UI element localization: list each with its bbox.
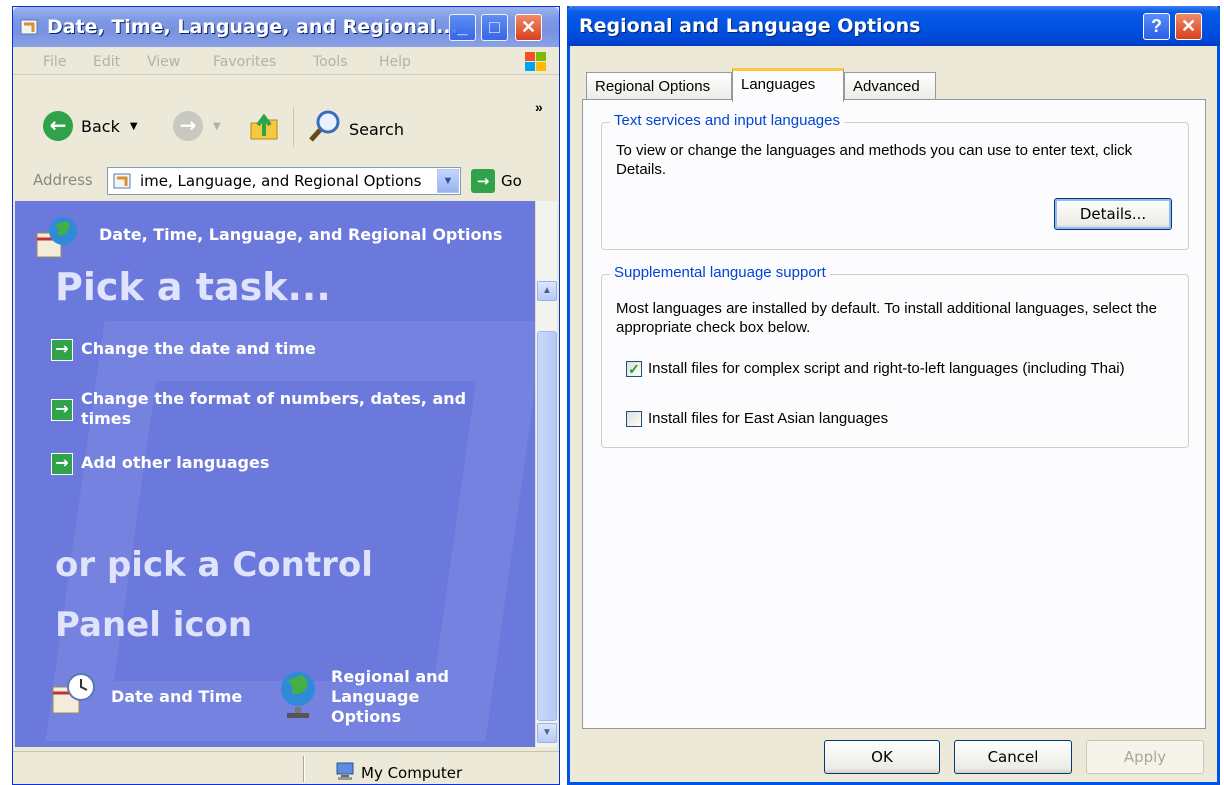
control-panel-window: Date, Time, Language, and Regional... _ … <box>12 6 560 785</box>
help-button[interactable]: ? <box>1143 13 1170 40</box>
explorer-title: Date, Time, Language, and Regional... <box>47 16 458 38</box>
task-label: Change the date and time <box>81 339 316 358</box>
complex-script-checkbox[interactable]: ✓ <box>626 361 642 377</box>
search-button[interactable]: Search <box>307 109 404 149</box>
text-services-group: Text services and input languages To vie… <box>601 112 1189 250</box>
pick-icon-heading: or pick a Control Panel icon <box>55 545 373 645</box>
east-asian-option[interactable]: Install files for East Asian languages <box>626 409 1166 428</box>
task-add-languages[interactable]: → Add other languages <box>51 453 461 475</box>
complex-script-option[interactable]: ✓ Install files for complex script and r… <box>626 359 1166 378</box>
status-divider <box>303 756 305 782</box>
up-folder-icon <box>247 109 281 147</box>
toolbar-overflow-chevron[interactable]: » <box>535 99 543 115</box>
search-icon <box>307 109 343 149</box>
window-icon <box>19 16 41 38</box>
menu-bar: File Edit View Favorites Tools Help <box>13 47 559 75</box>
text-services-description: To view or change the languages and meth… <box>616 142 1133 178</box>
explorer-title-bar[interactable]: Date, Time, Language, and Regional... _ … <box>13 7 559 47</box>
tab-regional-options[interactable]: Regional Options <box>586 72 732 100</box>
close-button[interactable]: ✕ <box>515 14 542 41</box>
maximize-button[interactable]: □ <box>481 14 508 41</box>
task-arrow-icon: → <box>51 339 73 361</box>
status-label: My Computer <box>361 764 463 782</box>
scroll-thumb[interactable] <box>537 331 557 721</box>
toolbar-separator <box>293 107 294 147</box>
forward-arrow-icon: → <box>173 111 203 141</box>
east-asian-checkbox[interactable] <box>626 411 642 427</box>
supplemental-description: Most languages are installed by default.… <box>616 300 1157 336</box>
task-label: Add other languages <box>81 453 270 472</box>
date-time-region-category-icon <box>35 215 81 261</box>
apply-button[interactable]: Apply <box>1086 740 1204 774</box>
forward-dropdown-icon: ▼ <box>213 120 221 132</box>
go-button[interactable]: → Go <box>471 169 522 193</box>
standard-toolbar: ← Back ▼ → ▼ Search » <box>13 79 559 157</box>
menu-favorites[interactable]: Favorites <box>213 54 276 70</box>
task-arrow-icon: → <box>51 399 73 421</box>
text-services-title: Text services and input languages <box>610 112 844 129</box>
menu-edit[interactable]: Edit <box>93 54 120 70</box>
date-and-time-applet[interactable]: Date and Time <box>51 671 242 722</box>
address-dropdown-icon[interactable]: ▼ <box>437 169 459 193</box>
menu-file[interactable]: File <box>43 54 66 70</box>
menu-tools[interactable]: Tools <box>313 54 348 70</box>
scroll-down-icon[interactable]: ▼ <box>537 723 557 743</box>
supplemental-language-group: Supplemental language support Most langu… <box>601 264 1189 448</box>
ok-button[interactable]: OK <box>824 740 940 774</box>
dialog-close-button[interactable]: ✕ <box>1175 13 1202 40</box>
dialog-title: Regional and Language Options <box>579 15 921 37</box>
regional-language-applet[interactable]: Regional and Language Options <box>277 667 451 727</box>
task-arrow-icon: → <box>51 453 73 475</box>
category-pane: Date, Time, Language, and Regional Optio… <box>15 201 535 747</box>
back-button[interactable]: ← Back ▼ <box>43 111 138 141</box>
regional-language-dialog: Regional and Language Options ? ✕ Region… <box>567 6 1220 785</box>
clock-calendar-icon <box>51 671 97 722</box>
back-dropdown-icon[interactable]: ▼ <box>130 121 138 132</box>
menu-view[interactable]: View <box>147 54 180 70</box>
globe-icon <box>277 669 319 726</box>
tab-languages[interactable]: Languages <box>732 68 844 102</box>
forward-button[interactable]: → ▼ <box>173 111 221 141</box>
control-panel-icon <box>112 170 134 196</box>
address-label: Address <box>33 171 93 189</box>
languages-tab-panel: Text services and input languages To vie… <box>582 99 1206 729</box>
address-bar: Address ime, Language, and Regional Opti… <box>13 163 559 197</box>
go-label: Go <box>501 172 522 190</box>
back-arrow-icon: ← <box>43 111 73 141</box>
up-folder-button[interactable] <box>247 109 281 147</box>
east-asian-label: Install files for East Asian languages <box>648 410 889 427</box>
regional-language-label: Regional and Language Options <box>331 667 449 726</box>
address-field[interactable]: ime, Language, and Regional Options ▼ <box>107 167 461 195</box>
tab-advanced[interactable]: Advanced <box>844 72 936 100</box>
windows-logo-icon <box>523 51 549 73</box>
task-change-date-time[interactable]: → Change the date and time <box>51 339 461 361</box>
details-button[interactable]: Details... <box>1054 198 1172 230</box>
vertical-scrollbar[interactable]: ▲ ▼ <box>535 201 557 747</box>
go-arrow-icon: → <box>471 169 495 193</box>
status-bar: My Computer <box>13 751 559 785</box>
category-header: Date, Time, Language, and Regional Optio… <box>99 225 503 244</box>
dialog-title-bar[interactable]: Regional and Language Options ? ✕ <box>567 6 1220 46</box>
task-change-format[interactable]: → Change the format of numbers, dates, a… <box>51 389 477 429</box>
search-label: Search <box>349 119 404 139</box>
menu-help[interactable]: Help <box>379 54 411 70</box>
address-value: ime, Language, and Regional Options <box>140 172 422 190</box>
pick-task-heading: Pick a task... <box>55 265 331 309</box>
cancel-button[interactable]: Cancel <box>954 740 1072 774</box>
status-zone: My Computer <box>335 761 462 785</box>
complex-script-label: Install files for complex script and rig… <box>648 360 1125 377</box>
scroll-up-icon[interactable]: ▲ <box>537 281 557 301</box>
back-label: Back <box>81 116 120 136</box>
my-computer-icon <box>335 761 355 785</box>
supplemental-title: Supplemental language support <box>610 264 830 281</box>
minimize-button[interactable]: _ <box>449 14 476 41</box>
task-label: Change the format of numbers, dates, and… <box>81 389 467 428</box>
date-and-time-label: Date and Time <box>111 686 243 706</box>
